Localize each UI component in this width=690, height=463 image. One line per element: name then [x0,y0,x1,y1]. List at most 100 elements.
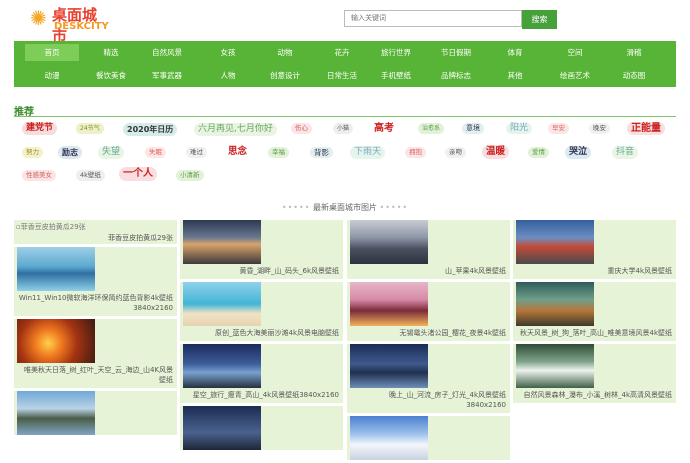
image-card[interactable]: 黄昏_湖畔_山_码头_6k风景壁纸 [180,220,343,279]
tag-link[interactable]: 下雨天 [350,146,386,159]
tag-link[interactable]: 温暖 [482,145,510,159]
tag-link[interactable]: 亲吻 [445,147,466,158]
tag-link[interactable]: 伤心 [291,123,312,134]
nav-item[interactable]: 餐饮美食 [84,67,138,84]
thumbnail-image[interactable] [516,220,594,264]
tag-link[interactable]: 24节气 [76,123,104,134]
nav-item[interactable]: 人物 [201,67,255,84]
image-caption[interactable]: 菲香豆皮拍黄瓜29张 [108,233,173,243]
image-card[interactable]: 唯美秋天日落_树_红叶_天空_云_海边_山4K风景壁纸 [14,319,177,388]
latest-title: ••••• 最新桌面城市图片 ••••• [281,203,409,212]
image-caption[interactable]: 自然风景森林_瀑布_小溪_树林_4k高清风景壁纸 [513,388,676,403]
nav-item[interactable]: 花卉 [315,44,369,61]
tag-link[interactable]: 思念 [224,145,252,159]
image-card[interactable]: 原创_蓝色大海美丽沙滩4k风景电脑壁纸 [180,282,343,341]
nav-item[interactable]: 空间 [548,44,602,61]
tag-link[interactable]: 治愈系 [418,123,445,134]
thumbnail-image[interactable] [350,344,428,388]
tag-link[interactable]: 抖音 [612,146,639,159]
thumbnail-image[interactable] [183,282,261,326]
image-caption[interactable]: 唯美秋天日落_树_红叶_天空_云_海边_山4K风景壁纸 [14,363,177,388]
tag-link[interactable]: 小清新 [176,170,204,181]
tag-link[interactable]: 建党节 [22,122,58,135]
tag-link[interactable]: 晚安 [589,123,610,134]
nav-item[interactable]: 品牌标志 [429,67,483,84]
nav-item[interactable]: 动物 [258,44,312,61]
tag-link[interactable]: 难过 [186,147,207,158]
tag-link[interactable]: 励志 [58,146,82,159]
image-card[interactable] [14,391,177,435]
image-card[interactable]: 山_苹果4k风景壁纸 [347,220,510,279]
thumbnail-image[interactable] [183,220,261,264]
tag-link[interactable]: 六月再见,七月你好 [194,123,277,136]
tag-link[interactable]: 失望 [98,146,125,159]
image-caption[interactable]: 黄昏_湖畔_山_码头_6k风景壁纸 [180,264,343,279]
image-card[interactable]: Win11_Win10微软海洋环保简约蓝色背影4k壁纸3840x2160 [14,247,177,316]
image-card[interactable]: 自然风景森林_瀑布_小溪_树林_4k高清风景壁纸 [513,344,676,403]
nav-item[interactable]: 创意设计 [258,67,312,84]
image-caption[interactable]: 秋天风景_树_狗_落叶_高山_唯美意境风景4k壁纸 [513,326,676,341]
nav-item[interactable]: 日常生活 [315,67,369,84]
thumbnail-image[interactable] [516,282,594,326]
nav-item[interactable]: 绘画艺术 [548,67,602,84]
thumbnail-image[interactable] [17,391,95,435]
tag-link[interactable]: 小猫 [333,123,354,134]
thumbnail-image[interactable] [350,416,428,460]
tag-link[interactable]: 背影 [310,147,333,158]
image-card[interactable]: 晚上_山_河流_房子_灯光_4k风景壁纸3840x2160 [347,344,510,413]
thumbnail-image[interactable] [17,247,95,291]
image-card[interactable]: 无锡鼋头渚公园_樱花_夜景4k壁纸 [347,282,510,341]
nav-item[interactable]: 旅行世界 [369,44,423,61]
nav-item[interactable]: 女孩 [201,44,255,61]
thumbnail-image[interactable] [183,344,261,388]
tag-link[interactable]: 哭泣 [565,146,592,159]
image-card[interactable]: 星空_旅行_瘦青_高山_4k风景壁纸3840x2160 [180,344,343,403]
image-card[interactable] [180,406,343,450]
nav-item[interactable]: 首页 [25,44,79,61]
tag-link[interactable]: 失眠 [145,147,166,158]
image-caption[interactable]: 晚上_山_河流_房子_灯光_4k风景壁纸3840x2160 [347,388,510,413]
nav-item[interactable]: 节日假期 [429,44,483,61]
image-caption[interactable]: 无锡鼋头渚公园_樱花_夜景4k壁纸 [347,326,510,341]
image-caption[interactable]: 星空_旅行_瘦青_高山_4k风景壁纸3840x2160 [180,388,343,403]
tag-link[interactable]: 4k壁纸 [76,170,105,181]
nav-item[interactable]: 自然风景 [140,44,194,61]
tag-link[interactable]: 高考 [370,122,398,136]
image-caption[interactable]: 原创_蓝色大海美丽沙滩4k风景电脑壁纸 [180,326,343,341]
tag-link[interactable]: 意境 [462,123,484,134]
nav-item[interactable]: 手机壁纸 [369,67,423,84]
nav-item[interactable]: 滑稽 [607,44,661,61]
tag-link[interactable]: 正能量 [627,122,665,135]
search-button[interactable]: 搜索 [522,10,557,29]
tag-link[interactable]: 阳光 [506,123,533,134]
image-card[interactable]: ▫菲香豆皮拍黄瓜29张 菲香豆皮拍黄瓜29张 [14,220,177,244]
nav-item[interactable]: 动漫 [25,67,79,84]
search-input[interactable] [344,10,522,27]
tag-link[interactable]: 早安 [548,123,569,134]
nav-item[interactable]: 体育 [488,44,542,61]
tag-link[interactable]: 爱情 [528,147,549,158]
tag-link[interactable]: 一个人 [119,167,157,181]
thumbnail-image[interactable] [183,406,261,450]
thumbnail-image[interactable] [350,282,428,326]
thumbnail-image[interactable] [17,319,95,363]
thumbnail-image[interactable] [350,220,428,264]
image-caption[interactable]: Win11_Win10微软海洋环保简约蓝色背影4k壁纸3840x2160 [14,291,177,316]
nav-item[interactable]: 精选 [84,44,138,61]
tag-link[interactable]: 拥抱 [405,147,426,158]
tag-link[interactable]: 2020年日历 [123,123,178,136]
image-card[interactable]: 重庆大学4k风景壁纸 [513,220,676,279]
thumbnail-image[interactable] [516,344,594,388]
image-card[interactable] [347,416,510,460]
nav-item[interactable]: 其他 [488,67,542,84]
image-card[interactable]: 秋天风景_树_狗_落叶_高山_唯美意境风景4k壁纸 [513,282,676,341]
nav-item[interactable]: 动态图 [607,67,661,84]
nav-item[interactable]: 军事武器 [140,67,194,84]
tag-link[interactable]: 幸福 [268,147,289,158]
image-caption[interactable]: 山_苹果4k风景壁纸 [347,264,510,279]
tag-link[interactable]: 性感美女 [22,170,56,181]
logo-subtitle: DESKCITY [54,21,109,32]
site-logo[interactable]: ✺ 桌面城市 DESKCITY [30,4,110,45]
tag-link[interactable]: 努力 [22,147,43,158]
image-caption[interactable]: 重庆大学4k风景壁纸 [513,264,676,279]
